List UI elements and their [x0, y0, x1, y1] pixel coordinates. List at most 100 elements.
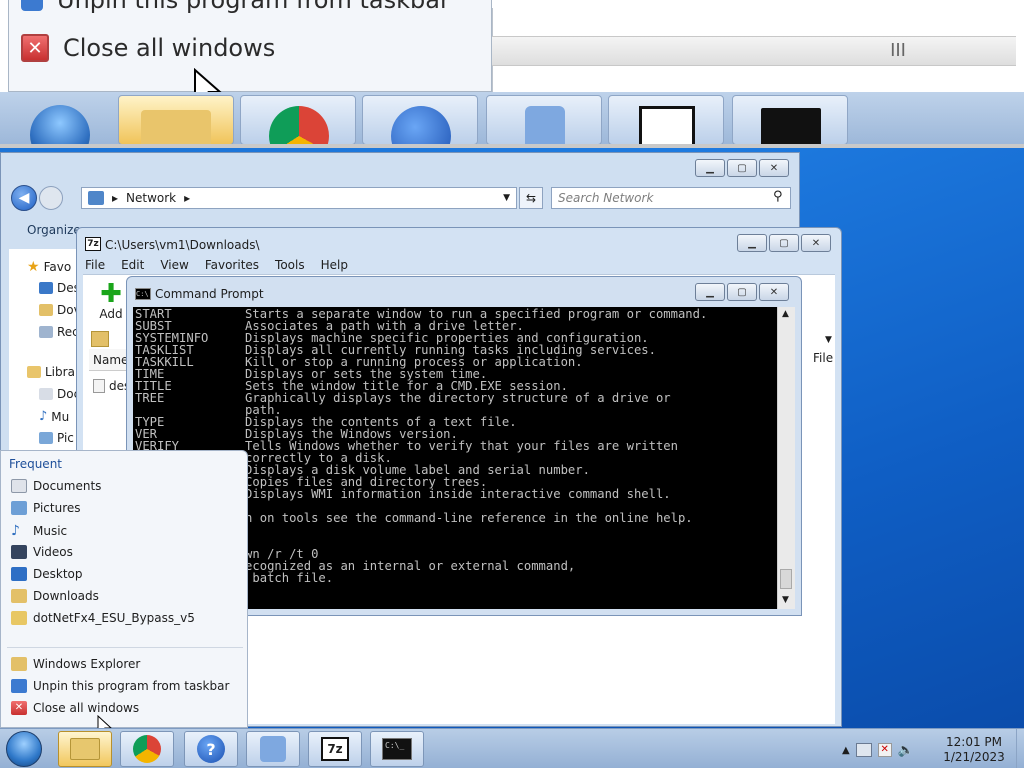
menu-file[interactable]: File — [85, 258, 105, 272]
nav-recent[interactable]: Rec — [39, 325, 79, 339]
taskbar-help-button[interactable]: ? — [184, 731, 238, 767]
minimize-button[interactable]: ▁ — [695, 159, 725, 177]
close-button[interactable]: ✕ — [801, 234, 831, 252]
jumplist-item-label: Documents — [33, 479, 102, 493]
jumplist-task-unpin[interactable]: Unpin this program from taskbar — [11, 679, 229, 693]
jumplist-task-label: Windows Explorer — [33, 657, 141, 671]
menu-help[interactable]: Help — [321, 258, 348, 272]
jumplist-item-videos[interactable]: Videos — [11, 545, 73, 559]
nav-favorites[interactable]: ★ Favo — [27, 259, 71, 275]
videos-icon — [11, 545, 27, 559]
menu-view[interactable]: View — [160, 258, 188, 272]
column-header-file[interactable]: File — [813, 351, 833, 365]
file-row[interactable]: des — [93, 379, 130, 393]
menu-tools[interactable]: Tools — [275, 258, 305, 272]
nav-pictures[interactable]: Pic — [39, 431, 74, 445]
explorer-icon — [11, 657, 27, 671]
address-dropdown-icon[interactable]: ▼ — [503, 193, 510, 203]
vertical-scrollbar[interactable]: ▲ ▼ — [777, 307, 795, 609]
refresh-button[interactable]: ⇆ — [519, 187, 543, 209]
jumplist-item-desktop[interactable]: Desktop — [11, 567, 83, 581]
downloads-icon — [39, 304, 53, 316]
breadcrumb-network[interactable]: Network — [126, 191, 176, 205]
zoomed-unpin-label: Unpin this program from taskbar — [57, 0, 450, 14]
taskbar-network-button[interactable] — [246, 731, 300, 767]
close-button[interactable]: ✕ — [759, 283, 789, 301]
back-button[interactable]: ◀ — [11, 185, 37, 211]
zoomed-folder-button — [118, 95, 234, 144]
help-icon: ? — [197, 735, 225, 763]
nav-downloads[interactable]: Dov — [39, 303, 81, 317]
volume-icon[interactable]: 🔈 — [898, 743, 914, 758]
pictures-icon — [11, 501, 27, 515]
7zip-title: C:\Users\vm1\Downloads\ — [105, 238, 260, 252]
7zip-menubar: File Edit View Favorites Tools Help — [85, 258, 348, 272]
scroll-up-icon[interactable]: ▲ — [782, 309, 789, 319]
menu-favorites[interactable]: Favorites — [205, 258, 259, 272]
jumplist-item-dotnetfx[interactable]: dotNetFx4_ESU_Bypass_v5 — [11, 611, 195, 625]
up-folder-icon[interactable] — [91, 331, 109, 347]
show-hidden-icons-icon[interactable]: ▲ — [842, 745, 850, 756]
taskbar-7zip-button[interactable]: 7z — [308, 731, 362, 767]
cmd-icon: C:\ — [135, 288, 151, 300]
documents-icon — [11, 479, 27, 493]
forward-button[interactable] — [39, 186, 63, 210]
7zip-icon: 7z — [321, 737, 349, 761]
jumplist-item-pictures[interactable]: Pictures — [11, 501, 81, 515]
scroll-thumb[interactable] — [780, 569, 792, 589]
maximize-button[interactable]: ▢ — [727, 283, 757, 301]
zoomed-close-label: Close all windows — [63, 34, 276, 62]
nav-music[interactable]: ♪ Mu — [39, 409, 69, 424]
nav-libraries[interactable]: Libra — [27, 365, 75, 379]
breadcrumb-chevron-icon: ▸ — [184, 191, 191, 205]
folder-icon — [70, 738, 100, 760]
jumplist-item-downloads[interactable]: Downloads — [11, 589, 99, 603]
music-note-icon: ♪ — [39, 409, 48, 424]
network-icon — [260, 736, 286, 762]
downloads-folder-icon — [11, 589, 27, 603]
jumplist-item-music[interactable]: ♪ Music — [11, 523, 67, 539]
chrome-icon — [133, 735, 161, 763]
pin-icon — [21, 0, 43, 11]
jumplist-task-label: Close all windows — [33, 701, 140, 715]
taskbar-cmd-button[interactable]: C:\_ — [370, 731, 424, 767]
close-all-icon: ✕ — [21, 34, 49, 62]
dropdown-arrow-icon[interactable]: ▼ — [825, 335, 832, 345]
add-button[interactable]: ✚ Add — [91, 281, 131, 321]
network-status-icon[interactable] — [855, 743, 872, 757]
maximize-button[interactable]: ▢ — [727, 159, 757, 177]
cmd-icon: C:\_ — [382, 738, 412, 760]
pin-icon — [11, 679, 27, 693]
cmd-window-controls: ▁ ▢ ✕ — [695, 283, 789, 301]
7zip-window-controls: ▁ ▢ ✕ — [737, 234, 831, 252]
taskbar-chrome-button[interactable] — [120, 731, 174, 767]
close-button[interactable]: ✕ — [759, 159, 789, 177]
menu-edit[interactable]: Edit — [121, 258, 144, 272]
network-icon — [88, 191, 104, 205]
nav-label: Favo — [43, 260, 72, 274]
zoomed-unpin-item: Unpin this program from taskbar — [21, 0, 450, 14]
zoomed-jumplist: Unpin this program from taskbar ✕ Close … — [8, 0, 492, 110]
address-bar[interactable]: ▸ Network ▸ ▼ — [81, 187, 517, 209]
clock[interactable]: 12:01 PM 1/21/2023 — [930, 735, 1018, 765]
show-desktop-button[interactable] — [1016, 729, 1024, 768]
nav-desktop[interactable]: Des — [39, 281, 80, 295]
nav-documents[interactable]: Doc — [39, 387, 80, 401]
scroll-down-icon[interactable]: ▼ — [782, 595, 789, 605]
minimize-button[interactable]: ▁ — [737, 234, 767, 252]
jumplist-item-documents[interactable]: Documents — [11, 479, 101, 493]
jumplist-task-close-all[interactable]: ✕ Close all windows — [11, 701, 139, 715]
windows-start-icon[interactable] — [6, 731, 42, 767]
jumplist-task-windows-explorer[interactable]: Windows Explorer — [11, 657, 140, 671]
jumplist-item-label: dotNetFx4_ESU_Bypass_v5 — [33, 611, 195, 625]
zoomed-7zip-button — [608, 95, 724, 144]
minimize-button[interactable]: ▁ — [695, 283, 725, 301]
action-center-icon[interactable]: ✕ — [877, 743, 892, 757]
nav-label: Mu — [51, 409, 70, 424]
jumplist-item-label: Music — [33, 524, 68, 538]
taskbar-explorer-button[interactable] — [58, 731, 112, 767]
maximize-button[interactable]: ▢ — [769, 234, 799, 252]
organize-button[interactable]: Organize — [27, 223, 81, 237]
plus-icon: ✚ — [100, 279, 122, 309]
search-input[interactable]: Search Network — [551, 187, 791, 209]
